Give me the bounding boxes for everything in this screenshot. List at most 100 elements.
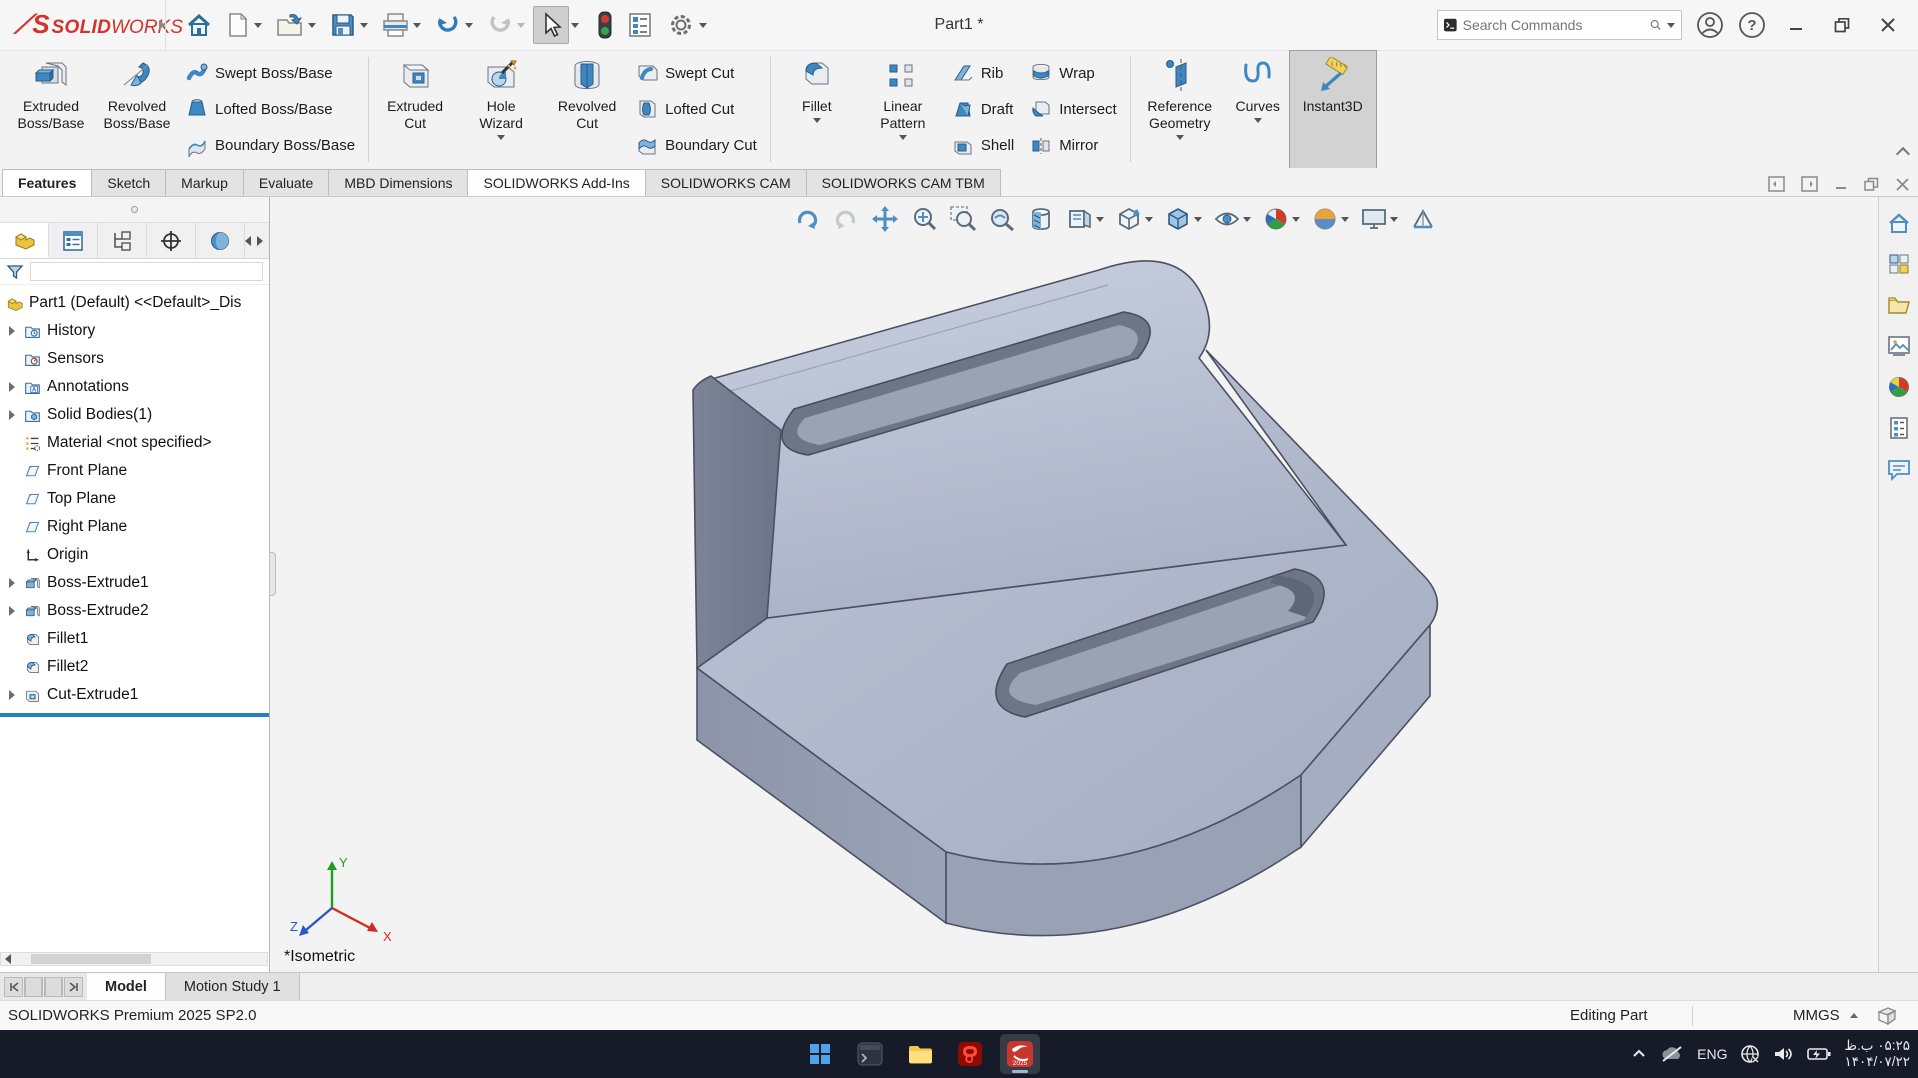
tab-solidworks-add-ins[interactable]: SOLIDWORKS Add-Ins (467, 169, 645, 196)
minimize-document-icon[interactable] (1834, 177, 1848, 191)
tree-item-origin[interactable]: Origin (0, 541, 269, 569)
open-button[interactable] (270, 7, 322, 43)
hide-show-items-button[interactable] (1210, 203, 1254, 235)
rib-button[interactable]: Rib (952, 57, 1014, 89)
tree-item-fillet2[interactable]: Fillet2 (0, 653, 269, 681)
close-document-icon[interactable] (1895, 177, 1910, 192)
dimxpertmanager-tab[interactable] (147, 223, 196, 258)
search-commands-input[interactable] (1463, 17, 1644, 33)
revolved-boss-base-button[interactable]: Revolved Boss/Base (94, 51, 180, 168)
tab-evaluate[interactable]: Evaluate (243, 169, 329, 196)
taskbar-app-terminal[interactable] (850, 1034, 890, 1074)
tree-item-fillet1[interactable]: Fillet1 (0, 625, 269, 653)
design-library-icon[interactable] (1887, 252, 1911, 276)
intersect-button[interactable]: Intersect (1030, 93, 1117, 125)
view-settings-dropdown[interactable] (1390, 217, 1398, 222)
prev-tab-button[interactable] (24, 977, 43, 997)
displaymanager-tab[interactable] (196, 223, 245, 258)
language-indicator[interactable]: ENG (1697, 1046, 1727, 1062)
tree-item-right-plane[interactable]: Right Plane (0, 513, 269, 541)
tab-sketch[interactable]: Sketch (91, 169, 166, 196)
select-tool-dropdown[interactable] (571, 23, 579, 28)
expand-arrow-icon[interactable] (6, 606, 18, 616)
revolved-cut-button[interactable]: Revolved Cut (544, 51, 630, 168)
next-pane-icon[interactable] (1801, 176, 1818, 192)
open-dropdown[interactable] (308, 23, 316, 28)
lofted-boss-base-button[interactable]: Lofted Boss/Base (186, 93, 355, 125)
view-orientation-dropdown[interactable] (1145, 217, 1153, 222)
rebuild-button[interactable] (591, 6, 619, 44)
scroll-tabs-left-icon[interactable] (245, 236, 251, 246)
dynamic-annotation-button[interactable] (1063, 203, 1107, 235)
zoom-to-area-button[interactable] (946, 203, 980, 235)
tree-item-front-plane[interactable]: Front Plane (0, 457, 269, 485)
scroll-tabs-right-icon[interactable] (257, 236, 263, 246)
tab-markup[interactable]: Markup (165, 169, 244, 196)
rollback-bar[interactable] (0, 713, 269, 717)
mirror-button[interactable]: Mirror (1030, 130, 1117, 162)
first-tab-button[interactable] (4, 977, 23, 997)
tree-filter-input[interactable] (30, 262, 263, 281)
section-view-button[interactable] (1024, 203, 1058, 235)
display-style-dropdown[interactable] (1194, 217, 1202, 222)
reference-geometry-button[interactable]: Reference Geometry (1134, 51, 1226, 168)
view-palette-icon[interactable] (1887, 334, 1911, 358)
instant3d-button[interactable]: Instant3D (1290, 51, 1376, 168)
view-orientation-button[interactable] (1112, 203, 1156, 235)
select-tool-button[interactable] (533, 6, 569, 44)
tree-item-boss-extrude1[interactable]: Boss-Extrude1 (0, 569, 269, 597)
edit-appearance-button[interactable] (1259, 203, 1303, 235)
apply-scene-button[interactable] (1308, 203, 1352, 235)
scroll-left-icon[interactable] (1, 953, 15, 965)
reference-geometry-dropdown[interactable] (1176, 135, 1184, 140)
tray-chevron-up-icon[interactable] (1631, 1046, 1647, 1062)
undo-dropdown[interactable] (465, 23, 473, 28)
swept-boss-base-button[interactable]: Swept Boss/Base (186, 57, 355, 89)
tree-item-solid-bodies[interactable]: Solid Bodies(1) (0, 401, 269, 429)
tree-item-material[interactable]: Material <not specified> (0, 429, 269, 457)
taskbar-file-explorer[interactable] (900, 1034, 940, 1074)
motion-study-tab[interactable]: Motion Study 1 (166, 973, 300, 1000)
extruded-boss-base-button[interactable]: Extruded Boss/Base (8, 51, 94, 168)
new-document-dropdown[interactable] (254, 23, 262, 28)
redo-view-button[interactable] (829, 203, 863, 235)
featuremanager-tree-tab[interactable] (0, 223, 49, 258)
lofted-cut-button[interactable]: Lofted Cut (636, 93, 757, 125)
tab-features[interactable]: Features (2, 169, 92, 196)
comments-icon[interactable] (1887, 457, 1911, 481)
quick-tips-icon[interactable] (1876, 1006, 1898, 1026)
configurationmanager-tab[interactable] (98, 223, 147, 258)
onedrive-paused-icon[interactable] (1660, 1045, 1684, 1063)
graphics-viewport[interactable]: Y X Z *Isometric (270, 197, 1878, 972)
fillet-button[interactable]: Fillet (774, 51, 860, 168)
previous-pane-icon[interactable] (1768, 176, 1785, 192)
tree-horizontal-scrollbar[interactable] (0, 952, 268, 966)
search-commands-box[interactable] (1437, 10, 1682, 40)
linear-pattern-button[interactable]: Linear Pattern (860, 51, 946, 168)
taskbar-solidworks[interactable]: 2025 (1000, 1034, 1040, 1074)
zoom-to-fit-button[interactable] (907, 203, 941, 235)
extruded-cut-button[interactable]: Extruded Cut (372, 51, 458, 168)
part-3d-model[interactable] (270, 197, 1878, 972)
help-icon[interactable]: ? (1738, 11, 1766, 39)
close-button[interactable] (1872, 13, 1904, 37)
view-settings-button[interactable] (1357, 203, 1401, 235)
magnified-selection-button[interactable] (985, 203, 1019, 235)
options-dropdown[interactable] (699, 23, 707, 28)
custom-properties-icon[interactable] (1887, 416, 1911, 440)
last-tab-button[interactable] (64, 977, 83, 997)
fillet-dropdown[interactable] (813, 118, 821, 123)
save-button[interactable] (324, 7, 374, 43)
wrap-button[interactable]: Wrap (1030, 57, 1117, 89)
tab-solidworks-cam[interactable]: SOLIDWORKS CAM (645, 169, 807, 196)
expand-arrow-icon[interactable] (6, 410, 18, 420)
start-button[interactable] (800, 1034, 840, 1074)
tree-item-boss-extrude2[interactable]: Boss-Extrude2 (0, 597, 269, 625)
restore-document-icon[interactable] (1864, 177, 1879, 192)
expand-arrow-icon[interactable] (6, 578, 18, 588)
tree-root-part[interactable]: Part1 (Default) <<Default>_Dis (0, 289, 269, 317)
home-button[interactable] (180, 7, 218, 43)
units-selector[interactable]: MMGS (1793, 1007, 1858, 1024)
undo-view-button[interactable] (790, 203, 824, 235)
3d-drawing-view-button[interactable] (1406, 203, 1440, 235)
